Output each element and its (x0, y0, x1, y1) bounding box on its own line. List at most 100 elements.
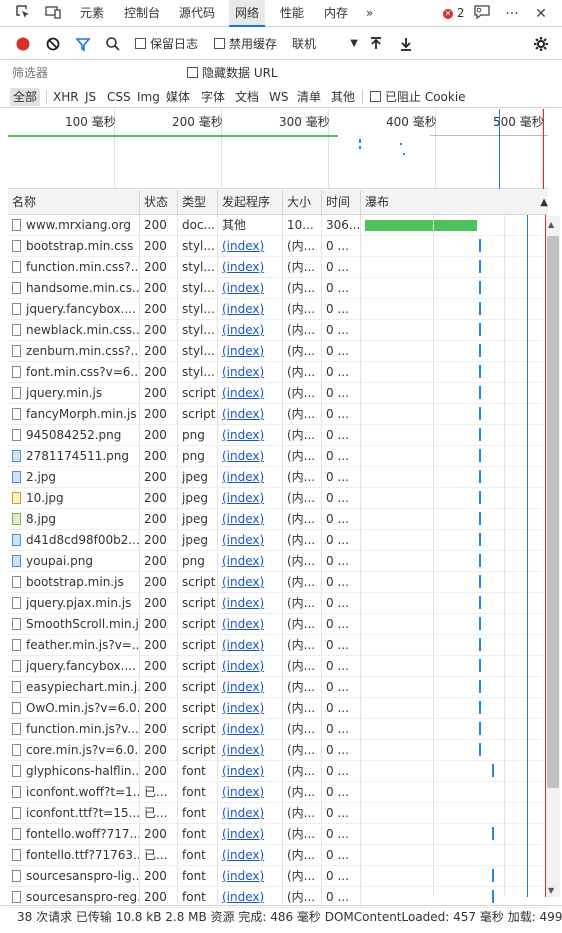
inspect-element-icon[interactable] (13, 4, 33, 24)
filter-input[interactable] (8, 63, 176, 83)
type-filter-media[interactable]: 媒体 (163, 88, 193, 106)
cell-initiator[interactable]: (index) (218, 509, 283, 530)
table-row[interactable]: newblack.min.css... 200 styl... (index) (内..… (8, 320, 548, 341)
table-row[interactable]: 2781174511.png 200 png (index) (内... 0 ... (8, 446, 548, 467)
table-row[interactable]: zenburn.min.css?... 200 styl... (index) (内..… (8, 341, 548, 362)
table-row[interactable]: glyphicons-halflin... 200 font (index) (内...… (8, 761, 548, 782)
checkbox-box[interactable] (370, 91, 381, 102)
cell-initiator[interactable]: (index) (218, 677, 283, 698)
import-har-icon[interactable] (367, 36, 385, 52)
tab-memory[interactable]: 内存 (318, 0, 354, 27)
column-header-initiator[interactable]: 发起程序 (218, 190, 283, 215)
cell-initiator[interactable]: (index) (218, 551, 283, 572)
feedback-icon[interactable] (472, 4, 492, 24)
throttling-select[interactable]: 联机 ▼ (288, 34, 360, 54)
scroll-up-icon[interactable]: ▲ (548, 220, 554, 229)
type-filter-ws[interactable]: WS (266, 88, 291, 106)
table-row[interactable]: fontello.ttf?71763... 已... font (index) (内..… (8, 845, 548, 866)
table-row[interactable]: d41d8cd98f00b2... 200 jpeg (index) (内... 0 ..… (8, 530, 548, 551)
settings-gear-icon[interactable] (532, 36, 550, 52)
table-row[interactable]: fancyMorph.min.js 200 script (index) (内... 0 … (8, 404, 548, 425)
table-row[interactable]: 2.jpg 200 jpeg (index) (内... 0 ... (8, 467, 548, 488)
table-row[interactable]: core.min.js?v=6.0... 200 script (index) (内..… (8, 740, 548, 761)
cell-initiator[interactable]: (index) (218, 488, 283, 509)
cell-initiator[interactable]: (index) (218, 278, 283, 299)
cell-initiator[interactable]: (index) (218, 446, 283, 467)
tab-sources[interactable]: 源代码 (173, 0, 221, 27)
table-row[interactable]: fontello.woff?717... 200 font (index) (内... 0… (8, 824, 548, 845)
cell-initiator[interactable]: (index) (218, 614, 283, 635)
type-filter-other[interactable]: 其他 (328, 88, 358, 106)
type-filter-font[interactable]: 字体 (198, 88, 228, 106)
table-row[interactable]: 945084252.png 200 png (index) (内... 0 ... (8, 425, 548, 446)
table-row[interactable]: 10.jpg 200 jpeg (index) (内... 0 ... (8, 488, 548, 509)
table-row[interactable]: function.min.css?... 200 styl... (index) (内.… (8, 257, 548, 278)
tab-console[interactable]: 控制台 (118, 0, 166, 27)
close-devtools-icon[interactable]: ✕ (531, 4, 551, 24)
device-emulation-icon[interactable] (43, 4, 63, 24)
type-filter-all[interactable]: 全部 (10, 88, 41, 106)
cell-initiator[interactable]: (index) (218, 824, 283, 845)
clear-icon[interactable] (44, 36, 62, 52)
table-row[interactable]: youpai.png 200 png (index) (内... 0 ... (8, 551, 548, 572)
checkbox-box[interactable] (214, 38, 225, 49)
table-row[interactable]: www.mrxiang.org 200 doc... 其他 10... 306... (8, 215, 548, 236)
type-filter-doc[interactable]: 文档 (232, 88, 262, 106)
column-header-status[interactable]: 状态 (140, 190, 178, 215)
table-row[interactable]: jquery.min.js 200 script (index) (内... 0 ... (8, 383, 548, 404)
table-row[interactable]: iconfont.ttf?t=15... 已... font (index) (内...… (8, 803, 548, 824)
type-filter-manifest[interactable]: 清单 (294, 88, 324, 106)
checkbox-box[interactable] (187, 67, 198, 78)
checkbox-box[interactable] (135, 38, 146, 49)
cell-initiator[interactable]: (index) (218, 530, 283, 551)
tab-performance[interactable]: 性能 (274, 0, 310, 27)
cell-initiator[interactable]: (index) (218, 656, 283, 677)
cell-initiator[interactable]: (index) (218, 362, 283, 383)
cell-initiator[interactable]: (index) (218, 845, 283, 866)
cell-initiator[interactable]: (index) (218, 320, 283, 341)
table-row[interactable]: jquery.fancybox.... 200 script (index) (内...… (8, 656, 548, 677)
cell-initiator[interactable]: (index) (218, 257, 283, 278)
table-row[interactable]: iconfont.woff?t=1... 已... font (index) (内...… (8, 782, 548, 803)
table-row[interactable]: SmoothScroll.min.js 200 script (index) (内...… (8, 614, 548, 635)
export-har-icon[interactable] (397, 36, 415, 52)
error-count-badge[interactable]: ✕ 2 (443, 6, 464, 20)
scrollbar-thumb[interactable] (547, 236, 559, 788)
column-header-type[interactable]: 类型 (178, 190, 218, 215)
more-tabs-button[interactable]: » (360, 0, 379, 27)
cell-initiator[interactable]: (index) (218, 635, 283, 656)
cell-initiator[interactable]: (index) (218, 698, 283, 719)
table-row[interactable]: sourcesanspro-lig... 200 font (index) (内... 0… (8, 866, 548, 887)
column-header-size[interactable]: 大小 (283, 190, 322, 215)
table-row[interactable]: OwO.min.js?v=6.0... 200 script (index) (内...… (8, 698, 548, 719)
cell-initiator[interactable]: (index) (218, 341, 283, 362)
scroll-down-icon[interactable]: ▼ (548, 886, 554, 895)
type-filter-xhr[interactable]: XHR (50, 88, 82, 106)
table-row[interactable]: jquery.pjax.min.js 200 script (index) (内... 0… (8, 593, 548, 614)
tab-elements[interactable]: 元素 (74, 0, 110, 27)
disable-cache-checkbox[interactable]: 禁用缓存 (214, 36, 277, 52)
table-row[interactable]: handsome.min.cs... 200 styl... (index) (内...… (8, 278, 548, 299)
table-row[interactable]: function.min.js?v... 200 script (index) (内..… (8, 719, 548, 740)
cell-initiator[interactable]: (index) (218, 467, 283, 488)
filter-icon[interactable] (74, 36, 92, 52)
table-row[interactable]: bootstrap.min.css 200 styl... (index) (内... 0… (8, 236, 548, 257)
cell-initiator[interactable]: (index) (218, 404, 283, 425)
table-row[interactable]: feather.min.js?v=... 200 script (index) (内..… (8, 635, 548, 656)
cell-initiator[interactable]: (index) (218, 803, 283, 824)
column-header-time[interactable]: 时间 (322, 190, 361, 215)
cell-initiator[interactable]: (index) (218, 866, 283, 887)
preserve-log-checkbox[interactable]: 保留日志 (135, 36, 198, 52)
blocked-cookies-checkbox[interactable]: 已阻止 Cookie (370, 89, 466, 105)
cell-initiator[interactable]: (index) (218, 572, 283, 593)
search-icon[interactable] (104, 36, 122, 52)
table-row[interactable]: font.min.css?v=6.... 200 styl... (index) (内.… (8, 362, 548, 383)
cell-initiator[interactable]: (index) (218, 719, 283, 740)
table-row[interactable]: 8.jpg 200 jpeg (index) (内... 0 ... (8, 509, 548, 530)
table-row[interactable]: bootstrap.min.js 200 script (index) (内... 0 .… (8, 572, 548, 593)
type-filter-js[interactable]: JS (82, 88, 99, 106)
cell-initiator[interactable]: (index) (218, 593, 283, 614)
table-row[interactable]: easypiechart.min.j... 200 script (index) (内.… (8, 677, 548, 698)
cell-initiator[interactable]: (index) (218, 236, 283, 257)
more-options-icon[interactable]: ··· (502, 4, 522, 24)
